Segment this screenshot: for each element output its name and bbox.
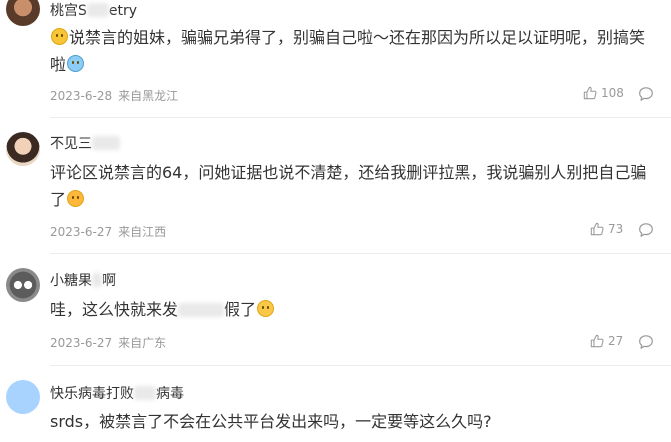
like-count: 27 xyxy=(608,334,624,348)
username[interactable]: 不见三 xyxy=(50,133,120,153)
avatar[interactable] xyxy=(6,268,40,302)
grin-emoji-icon xyxy=(257,300,275,317)
thumbs-up-icon xyxy=(590,222,604,236)
thumbs-up-icon xyxy=(590,334,604,348)
comment-date: 2023-6-27 xyxy=(50,336,113,350)
comment-location: 来自江西 xyxy=(118,225,167,239)
blurred-text-segment xyxy=(178,303,225,317)
username[interactable]: 桃宫S etry xyxy=(50,0,137,20)
avatar[interactable] xyxy=(6,132,40,166)
comment-location: 来自广东 xyxy=(118,336,167,350)
smile-emoji-icon xyxy=(51,28,68,45)
reply-comment-icon[interactable] xyxy=(638,334,654,350)
reply-comment-icon[interactable] xyxy=(638,86,654,102)
surprised-emoji-icon xyxy=(67,190,85,207)
divider xyxy=(50,117,671,118)
reply-comment-icon[interactable] xyxy=(638,222,654,238)
divider xyxy=(50,253,671,254)
like-count: 108 xyxy=(601,86,624,100)
avatar[interactable] xyxy=(6,380,40,414)
blurred-username-segment xyxy=(92,273,102,287)
username[interactable]: 快乐病毒打败 病毒 xyxy=(50,383,184,403)
comment-text: 评论区说禁言的64，问她证据也说不清楚，还给我删评拉黑，我说骗别人别把自己骗了 xyxy=(50,163,647,209)
comment-text: 说禁言的姐妹，骗骗兄弟得了，别骗自己啦～还在那因为所以足以证明呢，别搞笑啦 xyxy=(50,28,646,74)
avatar[interactable] xyxy=(6,0,40,26)
comment-meta: 2023-6-27 来自广东 xyxy=(50,334,166,351)
comment-meta: 2023-6-27 来自江西 xyxy=(50,223,166,240)
blurred-username-segment xyxy=(92,136,120,150)
like-button[interactable]: 108 xyxy=(583,86,624,100)
like-count: 73 xyxy=(608,222,624,236)
thumbs-up-icon xyxy=(583,86,597,100)
username[interactable]: 小糖果啊 xyxy=(50,270,116,290)
laugh-tears-emoji-icon xyxy=(67,55,85,72)
comment-meta: 2023-6-28 来自黑龙江 xyxy=(50,87,178,104)
blurred-username-segment xyxy=(86,3,109,17)
divider xyxy=(50,365,671,366)
blurred-username-segment xyxy=(134,386,156,400)
comment-location: 来自黑龙江 xyxy=(118,89,179,103)
like-button[interactable]: 73 xyxy=(590,222,623,236)
comment-date: 2023-6-27 xyxy=(50,225,113,239)
comment-text: 哇，这么快就来发 假了 xyxy=(50,296,650,323)
comment-text: srds，被禁言了不会在公共平台发出来吗，一定要等这么久吗? xyxy=(50,412,492,431)
like-button[interactable]: 27 xyxy=(590,334,623,348)
comment-date: 2023-6-28 xyxy=(50,89,113,103)
